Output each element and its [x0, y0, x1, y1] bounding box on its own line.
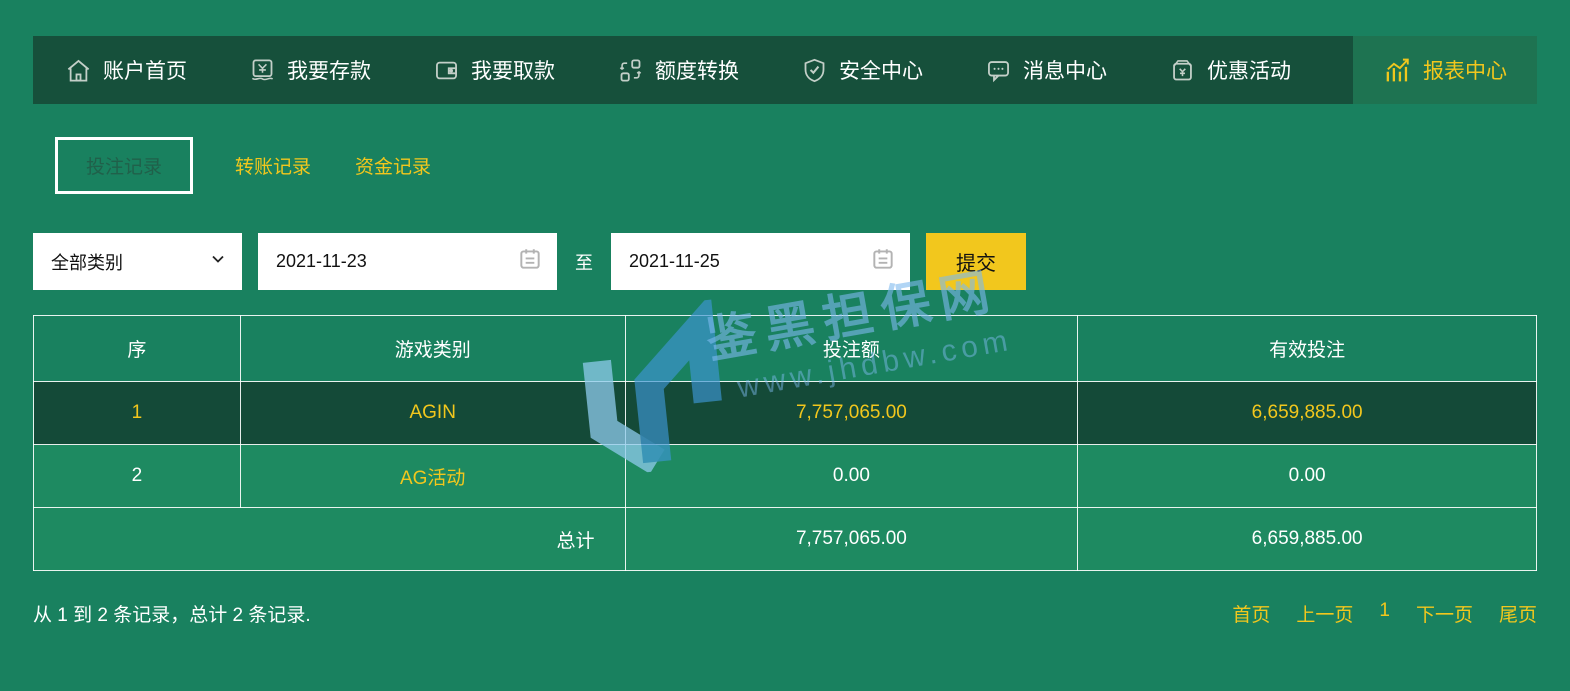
- message-icon: [985, 57, 1012, 84]
- cell-index: 1: [33, 381, 241, 445]
- filter-bar: 全部类别 至: [33, 233, 1026, 290]
- nav-item-promotions[interactable]: 优惠活动: [1169, 36, 1291, 104]
- date-from-field: [258, 233, 557, 290]
- date-range-to-label: 至: [575, 252, 593, 273]
- pagination-first[interactable]: 首页: [1232, 600, 1270, 627]
- date-from-input[interactable]: [276, 251, 476, 272]
- total-label: 总计: [33, 507, 626, 571]
- table-header-row: 序 游戏类别 投注额 有效投注: [33, 315, 1537, 382]
- nav-item-label: 账户首页: [103, 60, 187, 83]
- bet-report-table: 序 游戏类别 投注额 有效投注 1 AGIN 7,757,065.00 6,65…: [33, 315, 1537, 571]
- tab-label: 转账记录: [235, 157, 312, 178]
- calendar-icon[interactable]: [517, 246, 543, 277]
- tab-label: 资金记录: [355, 157, 432, 178]
- pagination-page-1[interactable]: 1: [1379, 600, 1390, 627]
- main-navbar: 账户首页 我要存款 我要取款 额度转换 安全中心 消息中心 优惠活动 报表中心: [33, 36, 1537, 104]
- cell-index: 2: [33, 444, 241, 508]
- withdraw-icon: [433, 57, 460, 84]
- nav-item-label: 报表中心: [1423, 60, 1507, 83]
- cell-bet-amount: 0.00: [624, 444, 1079, 508]
- pagination-prev[interactable]: 上一页: [1296, 600, 1353, 627]
- records-summary: 从 1 到 2 条记录，总计 2 条记录.: [33, 605, 311, 626]
- nav-item-label: 安全中心: [839, 60, 923, 83]
- nav-item-security[interactable]: 安全中心: [801, 36, 923, 104]
- promo-icon: [1169, 57, 1196, 84]
- home-icon: [65, 57, 92, 84]
- table-row: 2 AG活动 0.00 0.00: [33, 444, 1537, 508]
- nav-item-account-home[interactable]: 账户首页: [65, 36, 187, 104]
- tab-label: 投注记录: [86, 157, 163, 178]
- pagination: 首页 上一页 1 下一页 尾页: [1232, 600, 1537, 627]
- nav-item-deposit[interactable]: 我要存款: [249, 36, 371, 104]
- submit-button[interactable]: 提交: [926, 233, 1026, 290]
- cell-game-type: AGIN: [239, 381, 626, 445]
- cell-valid-bet: 6,659,885.00: [1077, 381, 1537, 445]
- pagination-last[interactable]: 尾页: [1499, 600, 1537, 627]
- pagination-next[interactable]: 下一页: [1416, 600, 1473, 627]
- transfer-icon: [617, 57, 644, 84]
- date-to-input[interactable]: [629, 251, 829, 272]
- cell-valid-bet: 0.00: [1077, 444, 1537, 508]
- table-total-row: 总计 7,757,065.00 6,659,885.00: [33, 507, 1537, 571]
- tab-fund-records[interactable]: 资金记录: [333, 139, 453, 192]
- nav-item-label: 额度转换: [655, 60, 739, 83]
- report-center-page: 账户首页 我要存款 我要取款 额度转换 安全中心 消息中心 优惠活动 报表中心 …: [0, 0, 1570, 691]
- header-valid-bet: 有效投注: [1077, 315, 1537, 382]
- cell-bet-amount: 7,757,065.00: [624, 381, 1079, 445]
- table-row: 1 AGIN 7,757,065.00 6,659,885.00: [33, 381, 1537, 445]
- total-valid-bet: 6,659,885.00: [1077, 507, 1537, 571]
- nav-item-label: 我要取款: [471, 60, 555, 83]
- category-select-value: 全部类别: [51, 252, 123, 273]
- nav-item-messages[interactable]: 消息中心: [985, 36, 1107, 104]
- tab-bet-records[interactable]: 投注记录: [55, 137, 194, 194]
- nav-item-reports[interactable]: 报表中心: [1353, 36, 1537, 104]
- deposit-icon: [249, 57, 276, 84]
- nav-item-label: 我要存款: [287, 60, 371, 83]
- security-icon: [801, 57, 828, 84]
- header-index: 序: [33, 315, 241, 382]
- record-tabs: 投注记录 转账记录 资金记录: [55, 137, 453, 194]
- calendar-icon[interactable]: [870, 246, 896, 277]
- report-icon: [1383, 56, 1412, 85]
- chevron-down-icon: [210, 251, 226, 272]
- nav-item-label: 优惠活动: [1207, 60, 1291, 83]
- nav-item-transfer[interactable]: 额度转换: [617, 36, 739, 104]
- date-to-field: [611, 233, 910, 290]
- header-game-type: 游戏类别: [239, 315, 626, 382]
- cell-game-type: AG活动: [239, 444, 626, 508]
- nav-item-label: 消息中心: [1023, 60, 1107, 83]
- total-bet-amount: 7,757,065.00: [624, 507, 1079, 571]
- nav-item-withdraw[interactable]: 我要取款: [433, 36, 555, 104]
- table-footer: 从 1 到 2 条记录，总计 2 条记录. 首页 上一页 1 下一页 尾页: [33, 600, 1537, 627]
- category-select[interactable]: 全部类别: [33, 233, 242, 290]
- tab-transfer-records[interactable]: 转账记录: [213, 139, 333, 192]
- header-bet-amount: 投注额: [624, 315, 1079, 382]
